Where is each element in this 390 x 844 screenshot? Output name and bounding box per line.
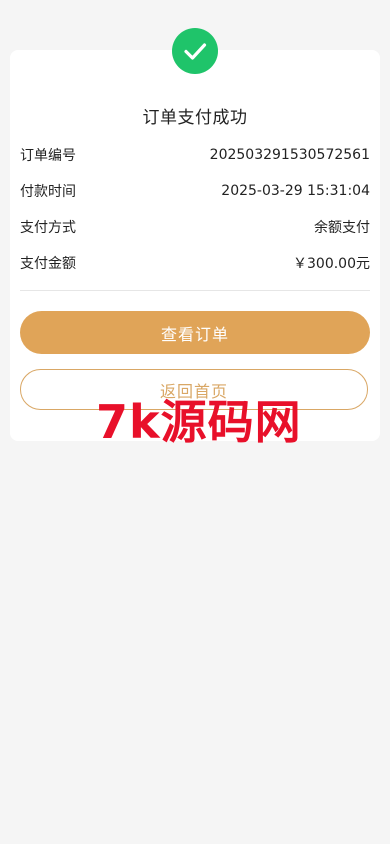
payment-method-value: 余额支付 bbox=[314, 220, 370, 236]
view-order-button[interactable]: 查看订单 bbox=[20, 311, 370, 354]
page-title: 订单支付成功 bbox=[142, 108, 248, 128]
payment-amount-value: ￥300.00元 bbox=[293, 256, 370, 272]
payment-amount-label: 支付金额 bbox=[20, 256, 76, 272]
payment-amount-row: 支付金额 ￥300.00元 bbox=[20, 253, 370, 273]
divider bbox=[20, 290, 370, 291]
payment-time-value: 2025-03-29 15:31:04 bbox=[221, 183, 370, 199]
order-number-label: 订单编号 bbox=[20, 148, 76, 164]
payment-time-row: 付款时间 2025-03-29 15:31:04 bbox=[20, 181, 370, 201]
payment-method-label: 支付方式 bbox=[20, 220, 76, 236]
payment-method-row: 支付方式 余额支付 bbox=[20, 217, 370, 237]
payment-success-page: 订单支付成功 订单编号 202503291530572561 付款时间 2025… bbox=[0, 0, 390, 844]
payment-time-label: 付款时间 bbox=[20, 184, 76, 200]
check-icon bbox=[184, 43, 207, 60]
success-check-icon bbox=[172, 28, 218, 74]
order-number-value: 202503291530572561 bbox=[209, 147, 370, 163]
order-number-row: 订单编号 202503291530572561 bbox=[20, 145, 370, 165]
watermark: 7k源码网 bbox=[96, 395, 302, 449]
